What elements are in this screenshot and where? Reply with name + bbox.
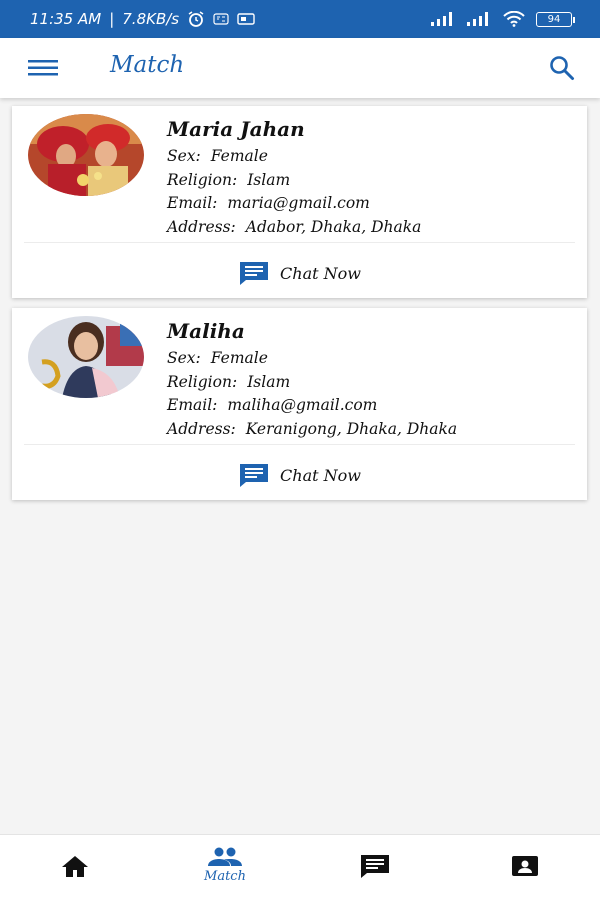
religion-label: Religion: <box>167 372 238 391</box>
match-info: Maliha Sex: Female Religion: Islam Email: m… <box>167 318 457 441</box>
status-bar: 11:35 AM | 7.8KB/s 94 <box>0 0 600 38</box>
chat-icon <box>361 854 389 878</box>
hamburger-icon <box>28 60 58 76</box>
chat-now-label: Chat Now <box>280 263 361 283</box>
message-icon <box>240 262 269 285</box>
wifi-icon <box>502 11 526 27</box>
chat-now-button[interactable]: Chat Now <box>12 460 587 490</box>
screen-icon <box>237 13 255 25</box>
match-name: Maliha <box>167 319 245 343</box>
religion-value: Islam <box>247 170 291 189</box>
address-value: Adabor, Dhaka, Dhaka <box>245 217 422 236</box>
alarm-icon <box>187 10 205 28</box>
wedding-couple-photo <box>28 114 144 196</box>
email-value: maliha@gmail.com <box>227 396 378 414</box>
status-left: 11:35 AM | 7.8KB/s <box>30 10 255 28</box>
sex-value: Female <box>210 147 268 165</box>
message-icon <box>240 464 269 487</box>
woman-portrait-photo <box>28 316 144 398</box>
signal-icon-1 <box>430 12 456 26</box>
email-row: Email: maria@gmail.com <box>167 192 421 216</box>
religion-row: Religion: Islam <box>167 169 421 193</box>
status-right: 94 <box>430 11 575 27</box>
battery-icon: 94 <box>536 11 575 27</box>
signal-icon-2 <box>466 12 492 26</box>
status-time: 11:35 AM <box>30 10 102 28</box>
nav-match[interactable]: Match <box>150 835 300 900</box>
nav-chat[interactable] <box>300 835 450 900</box>
religion-label: Religion: <box>167 170 238 189</box>
profile-card-icon <box>512 855 538 876</box>
match-info: Maria Jahan Sex: Female Religion: Islam Em… <box>167 116 421 239</box>
menu-button[interactable] <box>28 57 58 79</box>
card-divider <box>24 444 575 445</box>
sex-row: Sex: Female <box>167 347 457 371</box>
address-row: Address: Adabor, Dhaka, Dhaka <box>167 216 421 240</box>
app-bar: Match <box>0 38 600 98</box>
home-icon <box>62 855 88 877</box>
address-row: Address: Keranigong, Dhaka, Dhaka <box>167 418 457 442</box>
nav-profile[interactable] <box>450 835 600 900</box>
nav-home[interactable] <box>0 835 150 900</box>
people-icon <box>208 847 242 866</box>
sex-value: Female <box>210 349 268 367</box>
email-label: Email: <box>167 396 218 414</box>
search-icon <box>550 56 574 80</box>
search-button[interactable] <box>548 54 576 82</box>
chat-now-label: Chat Now <box>280 465 361 485</box>
ftp-icon <box>213 13 229 25</box>
sex-label: Sex: <box>167 147 201 165</box>
religion-value: Islam <box>247 372 291 391</box>
address-value: Keranigong, Dhaka, Dhaka <box>245 419 458 438</box>
religion-row: Religion: Islam <box>167 371 457 395</box>
email-value: maria@gmail.com <box>227 194 370 212</box>
page-title: Match <box>110 52 185 78</box>
nav-match-label: Match <box>204 869 246 884</box>
status-separator: | <box>109 10 115 28</box>
sex-label: Sex: <box>167 349 201 367</box>
card-divider <box>24 242 575 243</box>
chat-now-button[interactable]: Chat Now <box>12 258 587 288</box>
address-label: Address: <box>167 419 236 438</box>
avatar[interactable] <box>28 316 144 398</box>
match-card[interactable]: Maria Jahan Sex: Female Religion: Islam Em… <box>12 106 587 298</box>
battery-level: 94 <box>547 13 561 25</box>
match-name: Maria Jahan <box>167 117 305 141</box>
avatar[interactable] <box>28 114 144 196</box>
sex-row: Sex: Female <box>167 145 421 169</box>
email-row: Email: maliha@gmail.com <box>167 394 457 418</box>
status-speed: 7.8KB/s <box>122 10 180 28</box>
bottom-nav: Match <box>0 834 600 900</box>
match-card[interactable]: Maliha Sex: Female Religion: Islam Email: m… <box>12 308 587 500</box>
email-label: Email: <box>167 194 218 212</box>
address-label: Address: <box>167 217 236 236</box>
